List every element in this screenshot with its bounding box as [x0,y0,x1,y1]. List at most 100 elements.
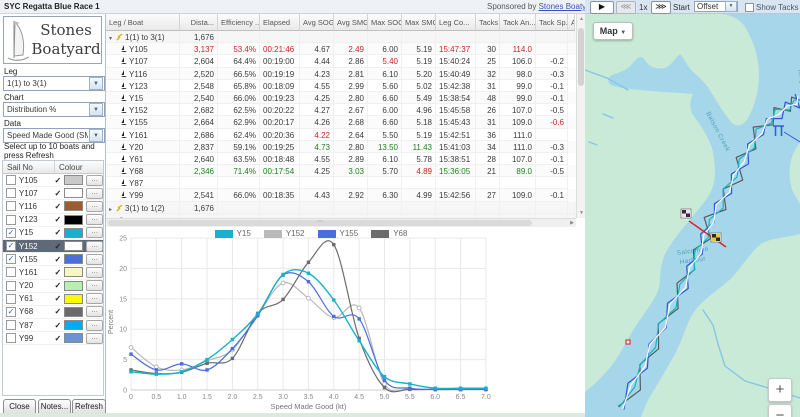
legend-item[interactable]: Y152 [263,229,305,238]
table-header-cell[interactable]: Tack An... [500,14,536,31]
table-row[interactable]: Y152 2,682 62.5% 00:20:22 4.27 2.67 6.00 4.96 15… [106,104,585,117]
table-row[interactable]: Y116 2,520 66.5% 00:19:19 4.23 2.81 6.10 5.20 15… [106,67,585,80]
colour-swatch[interactable] [64,267,84,278]
show-tacks-checkbox[interactable] [745,3,754,12]
colour-swatch[interactable] [64,293,84,304]
vertical-scrollbar[interactable]: ▲ ▼ [576,14,585,218]
map-canvas[interactable]: Batson CreekKingsbridge EstuarySalcombeH… [585,14,800,417]
boat-checkbox[interactable]: ✓ [6,306,16,317]
play-button[interactable]: ▶ [590,1,614,14]
table-header-cell[interactable]: Leg Co... [436,14,476,31]
chevron-down-icon[interactable]: ▼ [89,77,103,90]
table-header-cell[interactable]: Max SMG [402,14,436,31]
colour-swatch[interactable] [64,280,84,291]
boat-checkbox[interactable] [6,214,16,225]
table-header-cell[interactable]: Tacks [476,14,500,31]
chart-select[interactable]: Distribution % ▼ [3,102,105,117]
boat-row[interactable]: Y123 ✓… [3,214,103,227]
start-mode-select[interactable]: Offset ▼ [694,1,738,12]
colour-more-button[interactable]: … [86,253,103,265]
boat-checkbox[interactable]: ✓ [6,241,16,252]
table-row[interactable]: Y123 2,548 65.8% 00:18:09 4.55 2.99 5.60 5.02 15… [106,79,585,92]
table-header-cell[interactable]: Elapsed [260,14,300,31]
table-row[interactable]: Y68 2,346 71.4% 00:17:54 4.25 3.03 5.70 4.89 15:… [106,165,585,178]
table-header-cell[interactable]: Avg SOG [300,14,334,31]
leg-group-row[interactable]: ▾ 1(1) to 3(1) 1,676 [106,31,585,44]
table-header-cell[interactable]: Dista... [180,14,218,31]
colour-more-button[interactable]: … [86,293,103,305]
chevron-down-icon[interactable]: ▼ [89,103,103,116]
colour-more-button[interactable]: … [86,332,103,344]
boat-checkbox[interactable] [6,320,16,331]
table-row[interactable]: Y155 2,664 62.9% 00:20:17 4.26 2.68 6.60 5.18 15… [106,116,585,129]
zoom-in-button[interactable]: + [768,378,792,402]
leg-select[interactable]: 1(1) to 3(1) ▼ [3,76,105,91]
colour-swatch[interactable] [64,201,84,212]
colour-more-button[interactable]: … [86,187,103,199]
colour-swatch[interactable] [64,254,84,265]
colour-swatch[interactable] [64,227,84,238]
table-header-cell[interactable]: Tack Sp... [536,14,568,31]
colour-more-button[interactable]: … [86,240,103,252]
map[interactable]: Batson CreekKingsbridge EstuarySalcombeH… [585,14,800,417]
legend-item[interactable]: Y68 [371,229,407,238]
boat-row[interactable]: ✓ Y155 ✓… [3,253,103,267]
boat-row[interactable]: Y116 ✓… [3,200,103,214]
colour-swatch[interactable] [64,320,84,331]
table-row[interactable]: Y15 2,540 66.0% 00:19:23 4.25 2.80 6.60 5.49 15:… [106,91,585,105]
colour-swatch[interactable] [64,241,84,252]
data-select[interactable]: Speed Made Good (SMG) ▼ [3,128,105,143]
table-header-cell[interactable]: Avg [568,14,575,31]
boat-row[interactable]: ✓ Y68 ✓… [3,306,103,320]
table-header-cell[interactable]: Max SOG [368,14,402,31]
boat-checkbox[interactable] [6,280,16,291]
boat-checkbox[interactable] [6,175,16,186]
legend-item[interactable]: Y155 [317,229,358,238]
rewind-button[interactable]: ⋘ [616,1,636,14]
zoom-out-button[interactable]: − [768,404,792,417]
colour-swatch[interactable] [64,175,84,186]
boat-row[interactable]: ✓ Y15 ✓… [3,227,103,240]
legend-item[interactable]: Y15 [214,229,251,238]
table-row[interactable]: Y87 [106,177,585,190]
horizontal-scrollbar[interactable]: ⋯ ▶ [106,218,576,227]
chevron-down-icon[interactable]: ▼ [89,129,103,142]
table-row[interactable]: Y61 2,640 63.5% 00:18:48 4.55 2.89 6.10 5.78 15:… [106,152,585,166]
expand-icon[interactable]: ▸ [109,206,116,213]
horizontal-scrollbar-thumb[interactable]: ⋯ [108,219,532,226]
map-layer-button[interactable]: Map ▼ [593,22,633,40]
table-row[interactable]: Y107 2,604 64.4% 00:19:00 4.44 2.86 5.40 5.19 15… [106,55,585,68]
boat-checkbox[interactable]: ✓ [6,227,16,238]
colour-more-button[interactable]: … [86,200,103,212]
boat-row[interactable]: Y20 ✓… [3,280,103,293]
colour-more-button[interactable]: … [86,306,103,318]
table-header-cell[interactable]: Leg / Boat [106,14,180,31]
table-header-cell[interactable]: Efficiency ... [218,14,260,31]
boat-row[interactable]: Y161 ✓… [3,266,103,280]
colour-swatch[interactable] [64,214,84,225]
boat-checkbox[interactable] [6,267,16,278]
colour-swatch[interactable] [64,188,84,199]
colour-more-button[interactable]: … [86,214,103,226]
table-row[interactable]: Y105 3,137 53.4% 00:21:46 4.67 2.49 6.00 5.19 15… [106,43,585,56]
boat-row[interactable]: Y99 ✓… [3,332,103,346]
colour-swatch[interactable] [64,306,84,317]
table-row[interactable]: Y20 2,837 59.1% 00:19:25 4.73 2.80 13.50 11.43 1… [106,140,585,153]
colour-more-button[interactable]: … [86,266,103,278]
boat-checkbox[interactable] [6,188,16,199]
collapse-icon[interactable]: ▾ [109,35,116,42]
colour-more-button[interactable]: … [86,174,103,186]
colour-more-button[interactable]: … [86,319,103,331]
colour-swatch[interactable] [64,333,84,344]
table-header-cell[interactable]: Avg SMG [334,14,368,31]
boat-row[interactable]: ✓ Y152 ✓… [3,239,103,254]
boat-checkbox[interactable] [6,333,16,344]
vertical-scrollbar-thumb[interactable] [578,28,584,86]
boat-checkbox[interactable]: ✓ [6,254,16,265]
boat-row[interactable]: Y61 ✓… [3,293,103,306]
table-row[interactable]: Y161 2,686 62.4% 00:20:36 4.22 2.64 5.50 5.19 15… [106,128,585,141]
boat-row[interactable]: Y107 ✓… [3,187,103,201]
chevron-down-icon[interactable]: ▼ [725,1,737,12]
table-row[interactable]: Y99 2,541 66.0% 00:18:35 4.43 2.92 6.30 4.99 15:… [106,189,585,202]
boat-row[interactable]: Y105 ✓… [3,174,103,188]
